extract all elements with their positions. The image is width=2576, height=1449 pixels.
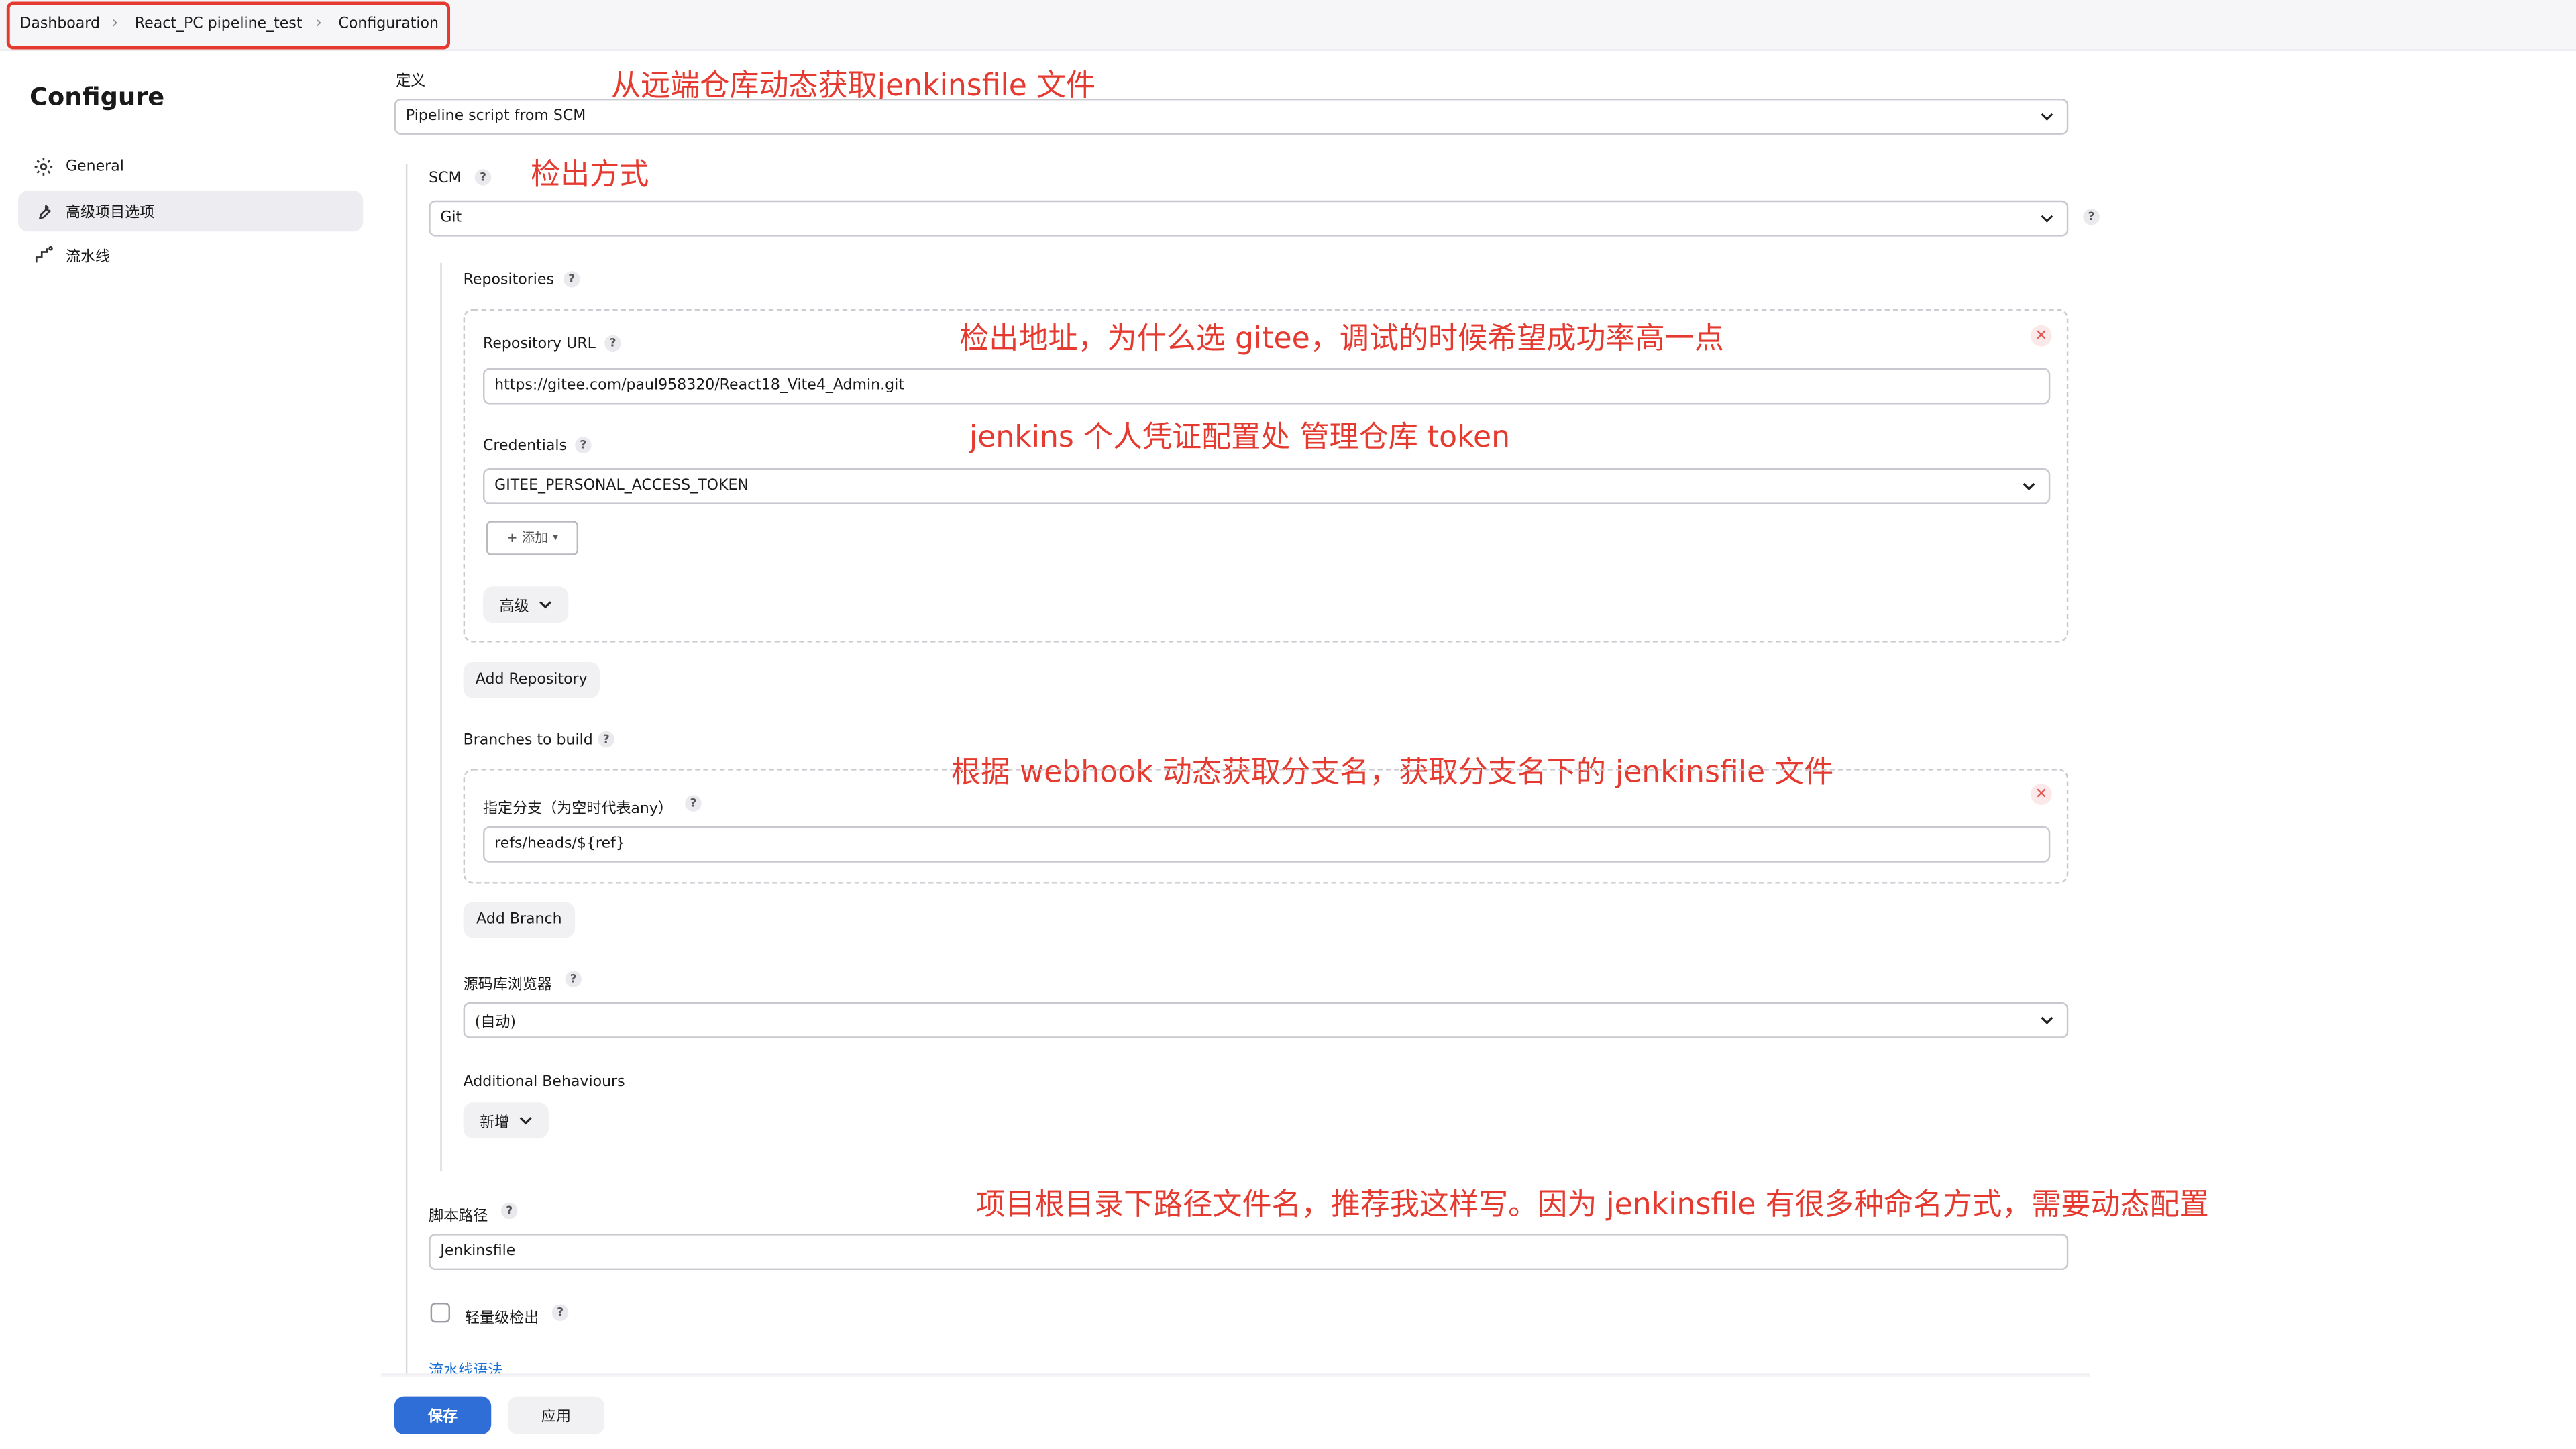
sidebar-item-pipeline[interactable]: 流水线 [18,235,363,276]
breadcrumb-job[interactable]: React_PC pipeline_test [135,16,303,32]
help-icon[interactable]: ? [598,731,614,748]
scm-select[interactable]: Git [429,200,2069,237]
gear-icon [32,155,54,178]
help-icon[interactable]: ? [474,169,492,186]
save-label: 保存 [427,1409,458,1426]
help-icon[interactable]: ? [500,1202,518,1220]
help-icon[interactable]: ? [604,335,621,352]
chevron-down-icon [2023,482,2035,491]
help-icon[interactable]: ? [2083,209,2100,225]
apply-label: 应用 [541,1409,572,1426]
bottom-action-bar [0,1377,2576,1449]
sidebar-item-advanced[interactable]: 高级项目选项 [17,191,364,232]
help-icon[interactable]: ? [551,1304,569,1321]
add-repository-button[interactable]: Add Repository [463,661,600,698]
chevron-down-icon [519,1117,532,1125]
breadcrumb-configuration[interactable]: Configuration [338,16,439,32]
credentials-value: GITEE_PERSONAL_ACCESS_TOKEN [494,478,749,495]
apply-button[interactable]: 应用 [507,1396,605,1434]
credentials-select[interactable]: GITEE_PERSONAL_ACCESS_TOKEN [483,468,2051,504]
save-button[interactable]: 保存 [394,1396,492,1434]
chevron-down-icon [539,601,552,609]
script-path-label: 脚本路径 [429,1209,488,1226]
lightweight-checkbox[interactable] [430,1303,451,1323]
lightweight-label: 轻量级检出 [465,1311,539,1328]
caret-down-icon: ▾ [553,532,558,544]
help-icon[interactable]: ? [575,437,592,453]
advanced-button[interactable]: 高级 [483,586,569,623]
credentials-label: Credentials [483,438,567,455]
repo-url-label: Repository URL [483,337,596,354]
chevron-right-icon: › [111,15,119,33]
sidebar-item-label: General [65,158,124,175]
help-icon[interactable]: ? [564,271,580,288]
annotation-scm: 检出方式 [531,158,649,193]
close-icon[interactable]: ✕ [2030,784,2052,805]
chevron-down-icon [2041,113,2053,121]
branch-specifier-label: 指定分支（为空时代表any） [483,802,673,818]
branch-specifier-input[interactable]: refs/heads/${ref} [483,826,2051,863]
scm-guide-line [440,262,442,1172]
repo-browser-select[interactable]: (自动) [463,1002,2069,1038]
help-icon[interactable]: ? [685,795,702,812]
add-branch-label: Add Branch [476,912,562,928]
branch-specifier-value: refs/heads/${ref} [494,836,625,853]
repo-url-value: https://gitee.com/paul958320/React18_Vit… [494,378,904,394]
section-guide-line [405,164,408,1381]
chevron-right-icon: › [315,15,322,33]
page-title: Configure [30,82,165,112]
add-credential-button[interactable]: + 添加 ▾ [486,521,579,555]
script-path-input[interactable]: Jenkinsfile [429,1234,2069,1271]
annotation-credentials: jenkins 个人凭证配置处 管理仓库 token [969,420,1511,455]
branches-label: Branches to build [463,733,593,749]
close-icon[interactable]: ✕ [2030,325,2052,347]
add-repository-label: Add Repository [475,672,588,689]
breadcrumb-dashboard[interactable]: Dashboard [19,16,100,32]
definition-label: 定义 [396,74,426,91]
repo-browser-label: 源码库浏览器 [463,977,552,994]
definition-select[interactable]: Pipeline script from SCM [394,98,2069,135]
add-credential-label: + 添加 [506,531,549,546]
add-behaviour-button[interactable]: 新增 [463,1102,549,1139]
scm-value: Git [440,210,462,227]
chevron-down-icon [2041,1016,2053,1024]
repo-browser-value: (自动) [474,1014,517,1031]
repo-url-input[interactable]: https://gitee.com/paul958320/React18_Vit… [483,368,2051,405]
sidebar-item-label: 流水线 [65,250,111,266]
advanced-label: 高级 [499,598,529,616]
sidebar-item-label: 高级项目选项 [65,205,155,222]
script-path-value: Jenkinsfile [440,1243,516,1260]
scm-label: SCM [429,170,462,188]
pipeline-icon [32,244,54,267]
help-icon[interactable]: ? [565,971,582,987]
repositories-label: Repositories [463,272,554,290]
additional-behaviours-label: Additional Behaviours [463,1074,625,1091]
add-branch-button[interactable]: Add Branch [463,902,576,938]
sidebar-item-general[interactable]: General [18,146,363,187]
definition-value: Pipeline script from SCM [405,108,586,125]
wrench-icon [32,200,54,223]
annotation-repo-url: 检出地址，为什么选 gitee，调试的时候希望成功率高一点 [959,322,1724,357]
add-behaviour-label: 新增 [480,1114,510,1132]
annotation-script-path: 项目根目录下路径文件名，推荐我这样写。因为 jenkinsfile 有很多种命名… [975,1187,2209,1223]
chevron-down-icon [2041,215,2053,223]
